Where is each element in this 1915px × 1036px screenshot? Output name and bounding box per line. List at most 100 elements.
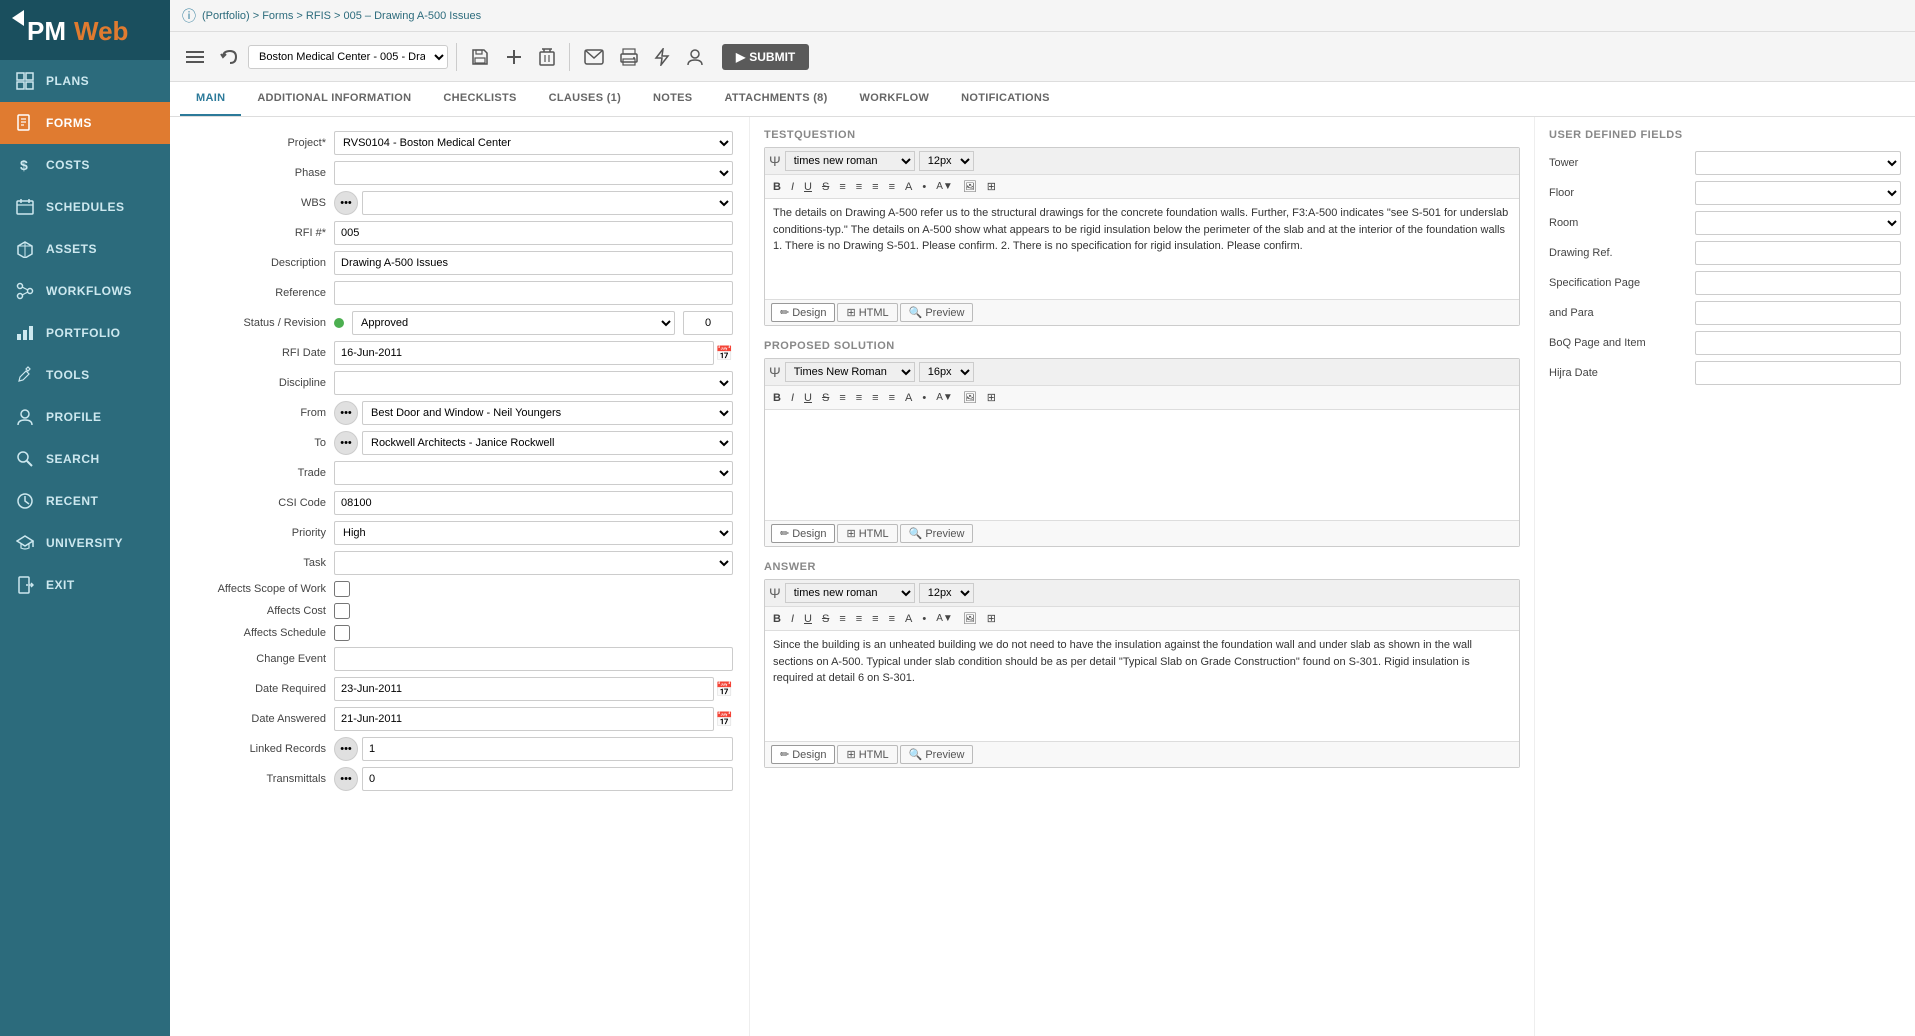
answer-html-btn[interactable]: ⊞ HTML (837, 745, 897, 764)
testquestion-content[interactable]: The details on Drawing A-500 refer us to… (765, 199, 1519, 299)
discipline-select[interactable] (334, 371, 733, 395)
tab-workflow[interactable]: WORKFLOW (844, 82, 946, 116)
tab-attachments[interactable]: ATTACHMENTS (8) (708, 82, 843, 116)
add-button[interactable] (499, 44, 529, 70)
transmittals-input[interactable] (362, 767, 733, 791)
user-button[interactable] (680, 44, 710, 70)
csi-input[interactable] (334, 491, 733, 515)
proposed-dot-btn[interactable]: • (918, 390, 930, 406)
affects-cost-checkbox[interactable] (334, 603, 350, 619)
testquestion-preview-btn[interactable]: 🔍 Preview (900, 303, 974, 322)
proposed-align-right-btn[interactable]: ≡ (868, 390, 882, 406)
rfi-input[interactable] (334, 221, 733, 245)
proposed-bold-btn[interactable]: B (769, 390, 785, 406)
hijra-input[interactable] (1695, 361, 1901, 385)
answer-font-select[interactable]: times new roman (785, 583, 915, 603)
record-selector[interactable]: Boston Medical Center - 005 - Drawi... (248, 45, 448, 69)
proposed-underline-btn[interactable]: U (800, 390, 816, 406)
email-button[interactable] (578, 45, 610, 69)
answer-color-btn[interactable]: A (901, 611, 916, 627)
date-required-calendar-icon[interactable]: 📅 (716, 681, 733, 698)
proposed-align-left-btn[interactable]: ≡ (835, 390, 849, 406)
answer-table-btn[interactable]: ⊞ (983, 610, 1000, 627)
proposed-design-btn[interactable]: ✏ Design (771, 524, 835, 543)
date-answered-calendar-icon[interactable]: 📅 (716, 711, 733, 728)
tab-notifications[interactable]: NOTIFICATIONS (945, 82, 1066, 116)
answer-preview-btn[interactable]: 🔍 Preview (900, 745, 974, 764)
answer-align-center-btn[interactable]: ≡ (852, 611, 866, 627)
affects-scope-checkbox[interactable] (334, 581, 350, 597)
answer-design-btn[interactable]: ✏ Design (771, 745, 835, 764)
status-select[interactable]: Approved (352, 311, 675, 335)
drawing-ref-input[interactable] (1695, 241, 1901, 265)
testquestion-underline-btn[interactable]: U (800, 179, 816, 195)
answer-size-select[interactable]: 12px (919, 583, 974, 603)
submit-button[interactable]: ▶ SUBMIT (722, 44, 809, 70)
linked-records-input[interactable] (362, 737, 733, 761)
testquestion-strike-btn[interactable]: S (818, 179, 833, 195)
linked-records-options-button[interactable]: ••• (334, 737, 358, 761)
answer-strike-btn[interactable]: S (818, 611, 833, 627)
tower-select[interactable] (1695, 151, 1901, 175)
affects-schedule-checkbox[interactable] (334, 625, 350, 641)
testquestion-font-select[interactable]: times new roman (785, 151, 915, 171)
sidebar-item-exit[interactable]: EXIT (0, 564, 170, 606)
proposed-highlight-btn[interactable]: A▼ (932, 390, 957, 405)
testquestion-html-btn[interactable]: ⊞ HTML (837, 303, 897, 322)
sidebar-item-university[interactable]: UNIVERSITY (0, 522, 170, 564)
phase-select[interactable] (334, 161, 733, 185)
room-select[interactable] (1695, 211, 1901, 235)
tab-main[interactable]: MAIN (180, 82, 241, 116)
to-options-button[interactable]: ••• (334, 431, 358, 455)
sidebar-item-recent[interactable]: RECENT (0, 480, 170, 522)
lightning-button[interactable] (648, 44, 676, 70)
delete-button[interactable] (533, 44, 561, 70)
answer-bold-btn[interactable]: B (769, 611, 785, 627)
answer-italic-btn[interactable]: I (787, 611, 798, 627)
proposed-image-btn[interactable]: 🖼 (959, 389, 981, 406)
save-button[interactable] (465, 44, 495, 70)
spec-para-input[interactable] (1695, 301, 1901, 325)
date-answered-input[interactable] (334, 707, 714, 731)
tab-notes[interactable]: NOTES (637, 82, 708, 116)
list-view-button[interactable] (180, 46, 210, 68)
testquestion-table-btn[interactable]: ⊞ (983, 178, 1000, 195)
answer-align-left-btn[interactable]: ≡ (835, 611, 849, 627)
undo-button[interactable] (214, 45, 244, 69)
sidebar-item-plans[interactable]: PLANS (0, 60, 170, 102)
sidebar-item-tools[interactable]: TOOLS (0, 354, 170, 396)
rfi-date-input[interactable] (334, 341, 714, 365)
from-options-button[interactable]: ••• (334, 401, 358, 425)
proposed-color-btn[interactable]: A (901, 390, 916, 406)
change-event-input[interactable] (334, 647, 733, 671)
testquestion-dot-btn[interactable]: • (918, 179, 930, 195)
proposed-solution-content[interactable] (765, 410, 1519, 520)
project-select[interactable]: RVS0104 - Boston Medical Center (334, 131, 733, 155)
proposed-table-btn[interactable]: ⊞ (983, 389, 1000, 406)
description-input[interactable] (334, 251, 733, 275)
testquestion-bold-btn[interactable]: B (769, 179, 785, 195)
answer-highlight-btn[interactable]: A▼ (932, 611, 957, 626)
sidebar-item-portfolio[interactable]: PORTFOLIO (0, 312, 170, 354)
testquestion-color-btn[interactable]: A (901, 179, 916, 195)
answer-underline-btn[interactable]: U (800, 611, 816, 627)
wbs-select[interactable] (362, 191, 733, 215)
testquestion-highlight-btn[interactable]: A▼ (932, 179, 957, 194)
proposed-size-select[interactable]: 16px (919, 362, 974, 382)
sidebar-item-profile[interactable]: PROFILE (0, 396, 170, 438)
priority-select[interactable]: High Medium Low (334, 521, 733, 545)
sidebar-item-costs[interactable]: $ COSTS (0, 144, 170, 186)
answer-image-btn[interactable]: 🖼 (959, 610, 981, 627)
proposed-preview-btn[interactable]: 🔍 Preview (900, 524, 974, 543)
tab-additional[interactable]: ADDITIONAL INFORMATION (241, 82, 427, 116)
date-required-input[interactable] (334, 677, 714, 701)
proposed-font-select[interactable]: Times New Roman (785, 362, 915, 382)
testquestion-align-left-btn[interactable]: ≡ (835, 179, 849, 195)
answer-content[interactable]: Since the building is an unheated buildi… (765, 631, 1519, 741)
tab-clauses[interactable]: CLAUSES (1) (533, 82, 637, 116)
testquestion-italic-btn[interactable]: I (787, 179, 798, 195)
trade-select[interactable] (334, 461, 733, 485)
task-select[interactable] (334, 551, 733, 575)
proposed-align-center-btn[interactable]: ≡ (852, 390, 866, 406)
rfi-date-calendar-icon[interactable]: 📅 (716, 345, 733, 362)
